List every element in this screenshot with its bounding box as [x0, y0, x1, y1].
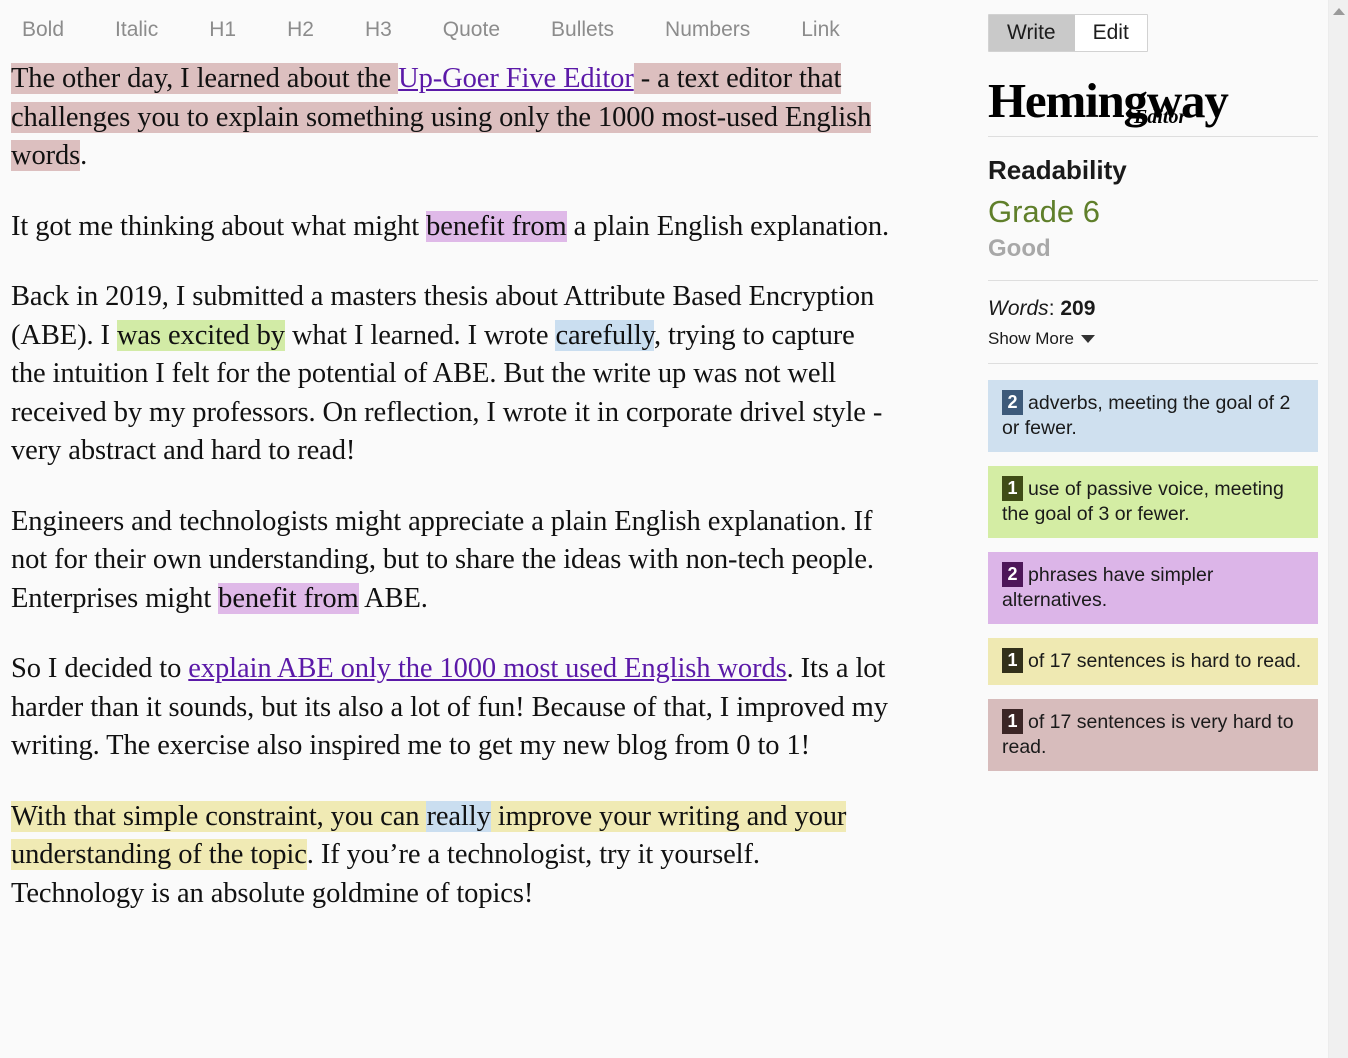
- text-run: So I decided to: [11, 653, 189, 684]
- highlight-passive: was excited by: [116, 319, 285, 351]
- edit-mode-button[interactable]: Edit: [1073, 15, 1147, 51]
- card-adverbs[interactable]: 2 adverbs, meeting the goal of 2 or fewer…: [988, 380, 1318, 452]
- text-run: It got me thinking about what might: [11, 210, 427, 242]
- editor-pane: Bold Italic H1 H2 H3 Quote Bullets Numbers Link …: [0, 0, 968, 1058]
- readability-grade: Grade 6: [988, 194, 1101, 229]
- document-link[interactable]: Up-Goer Five Editor: [398, 63, 634, 94]
- highlight-adverb: really: [426, 800, 491, 832]
- stat-count-badge: 2: [1002, 390, 1023, 415]
- toolbar-bullets[interactable]: Bullets: [551, 18, 614, 42]
- card-complex-phrases[interactable]: 2 phrases have simpler alternatives.: [988, 552, 1318, 624]
- readability-divider: [988, 280, 1318, 281]
- text-run: a plain English explanation.: [566, 210, 890, 242]
- paragraph-p1: The other day, I learned about the Up-Go…: [11, 60, 895, 176]
- readability-grade-label: Good: [988, 235, 1051, 262]
- text-run: .: [80, 140, 88, 171]
- paragraph-p4: Engineers and technologists might apprec…: [11, 503, 895, 619]
- stat-description: of 17 sentences is very hard to read.: [1002, 711, 1294, 758]
- show-more-button[interactable]: Show More: [988, 329, 1095, 349]
- paragraph-p5: So I decided to explain ABE only the 100…: [11, 650, 895, 766]
- word-count-separator: :: [1048, 297, 1061, 320]
- text-run: Engineers and technologists might apprec…: [11, 505, 874, 614]
- toolbar-quote[interactable]: Quote: [443, 18, 500, 42]
- document-body[interactable]: The other day, I learned about the Up-Go…: [0, 60, 968, 913]
- stat-description: adverbs, meeting the goal of 2 or fewer.: [1002, 392, 1291, 439]
- text-run: ABE.: [358, 582, 428, 614]
- toolbar-h1[interactable]: H1: [209, 18, 236, 42]
- toolbar-h2[interactable]: H2: [287, 18, 314, 42]
- stat-count-badge: 1: [1002, 709, 1023, 734]
- logo-subtitle: Editor: [1134, 106, 1187, 128]
- word-count-value: 209: [1060, 297, 1096, 320]
- highlight-adverb: carefully: [555, 319, 654, 351]
- stat-description: use of passive voice, meeting the goal o…: [1002, 478, 1284, 525]
- card-hard-sentences[interactable]: 1 of 17 sentences is hard to read.: [988, 638, 1318, 685]
- chevron-down-icon: [1080, 335, 1095, 343]
- readability-heading: Readability: [988, 155, 1127, 185]
- show-more-label: Show More: [988, 329, 1074, 348]
- toolbar-bold[interactable]: Bold: [22, 18, 64, 42]
- hemingway-editor-app: Bold Italic H1 H2 H3 Quote Bullets Numbers Link …: [0, 0, 1348, 1058]
- toolbar-numbers[interactable]: Numbers: [665, 18, 750, 42]
- toolbar-h3[interactable]: H3: [365, 18, 392, 42]
- stat-description: phrases have simpler alternatives.: [1002, 564, 1214, 611]
- toolbar-italic[interactable]: Italic: [115, 18, 158, 42]
- stats-divider: [988, 363, 1318, 364]
- stats-card-list: 2 adverbs, meeting the goal of 2 or fewer…: [988, 380, 1328, 771]
- highlight-veryhard: The other day, I learned about the: [11, 63, 399, 94]
- stat-count-badge: 2: [1002, 562, 1023, 587]
- highlight-hard: With that simple constraint, you can: [11, 800, 427, 832]
- paragraph-p2: It got me thinking about what might bene…: [11, 208, 895, 247]
- card-very-hard-sentences[interactable]: 1 of 17 sentences is very hard to read.: [988, 699, 1318, 771]
- stat-count-badge: 1: [1002, 648, 1023, 673]
- word-count-label: Words: [988, 297, 1049, 320]
- highlight-complex: benefit from: [218, 582, 359, 614]
- text-run: what I learned. I wrote: [284, 319, 556, 351]
- logo-divider: [988, 136, 1318, 137]
- stat-count-badge: 1: [1002, 476, 1023, 501]
- document-link[interactable]: explain ABE only the 1000 most used Engl…: [188, 653, 786, 684]
- write-mode-button[interactable]: Write: [989, 15, 1074, 51]
- formatting-toolbar: Bold Italic H1 H2 H3 Quote Bullets Numbers Link: [0, 0, 968, 60]
- toolbar-link[interactable]: Link: [801, 18, 840, 42]
- highlight-hard: really: [426, 800, 491, 832]
- card-passive-voice[interactable]: 1 use of passive voice, meeting the goal …: [988, 466, 1318, 538]
- mode-toggle: Write Edit: [988, 14, 1148, 52]
- paragraph-p3: Back in 2019, I submitted a masters thes…: [11, 278, 895, 471]
- scroll-up-arrow-icon[interactable]: [1333, 8, 1345, 15]
- hemingway-logo: Hemingway Editor: [988, 74, 1288, 136]
- paragraph-p6: With that simple constraint, you can rea…: [11, 798, 895, 914]
- stats-sidebar: Write Edit Hemingway Editor Readability …: [968, 0, 1328, 1058]
- stat-description: of 17 sentences is hard to read.: [1028, 650, 1302, 672]
- page-scrollbar[interactable]: [1328, 0, 1348, 1058]
- highlight-complex: benefit from: [426, 210, 567, 242]
- word-count-row: Words: 209: [988, 297, 1328, 321]
